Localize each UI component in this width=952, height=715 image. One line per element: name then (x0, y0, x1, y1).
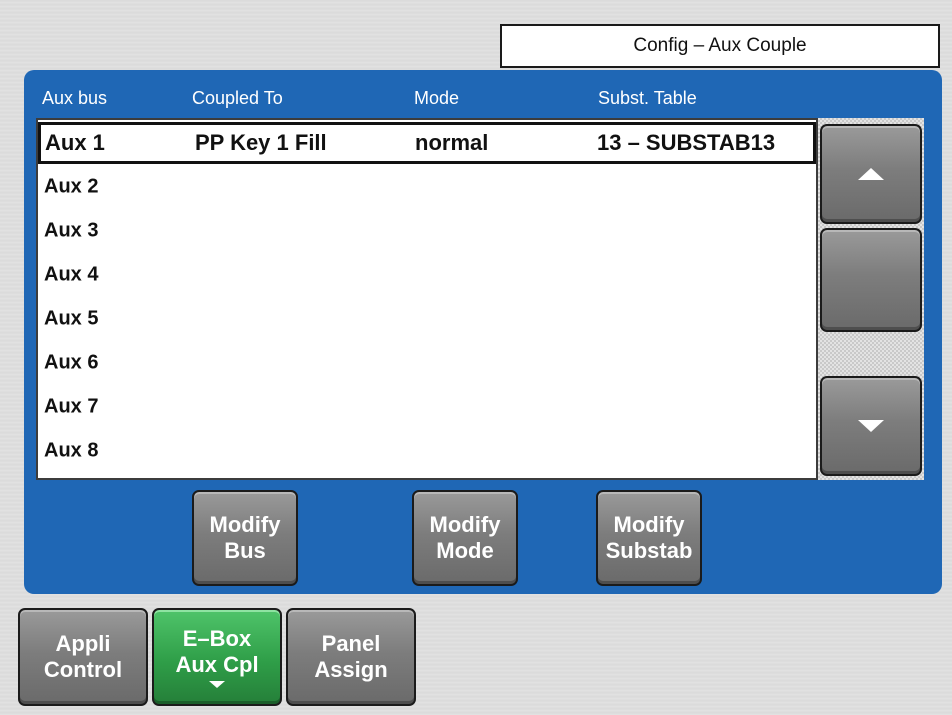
header-coupled-to: Coupled To (192, 88, 283, 108)
button-label-line1: Appli (55, 631, 111, 657)
scrollbar-thumb[interactable] (820, 228, 922, 332)
cell-aux-bus: Aux 8 (44, 439, 99, 462)
cell-aux-bus: Aux 7 (44, 395, 99, 418)
table-row[interactable]: Aux 8 (38, 430, 816, 472)
cell-aux-bus: Aux 4 (44, 263, 99, 286)
modify-bus-button[interactable]: Modify Bus (192, 490, 298, 586)
cell-aux-bus: Aux 2 (44, 175, 99, 198)
button-label-line2: Bus (224, 538, 266, 563)
cell-aux-bus: Aux 1 (45, 130, 105, 155)
table-row-selected[interactable]: Aux 1 PP Key 1 Fill normal 13 – SUBSTAB1… (38, 122, 816, 164)
scroll-down-button[interactable] (820, 376, 922, 476)
nav-appli-control-button[interactable]: Appli Control (18, 608, 148, 706)
scroll-up-button[interactable] (820, 124, 922, 224)
modify-mode-button[interactable]: Modify Mode (412, 490, 518, 586)
table-row[interactable]: Aux 4 (38, 254, 816, 296)
table-row[interactable]: Aux 7 (38, 386, 816, 428)
cell-aux-bus: Aux 5 (44, 307, 99, 330)
cell-subst-table: 13 – SUBSTAB13 (597, 130, 776, 155)
button-label-line1: Modify (613, 512, 685, 538)
cell-aux-bus: Aux 6 (44, 351, 99, 374)
button-label-line2: Mode (436, 538, 494, 563)
nav-panel-assign-button[interactable]: Panel Assign (286, 608, 416, 706)
nav-ebox-aux-cpl-button[interactable]: E–Box Aux Cpl (152, 608, 282, 706)
button-label-line2: Aux Cpl (175, 651, 259, 677)
triangle-up-icon (858, 168, 884, 180)
table-row[interactable]: Aux 2 (38, 166, 816, 208)
modify-substab-button[interactable]: Modify Substab (596, 490, 702, 586)
button-label-line2: Assign (314, 657, 388, 682)
button-label-line1: Modify (429, 512, 501, 538)
button-label-line1: Panel (321, 631, 381, 657)
button-label-line2: Control (43, 657, 123, 682)
cell-coupled-to: PP Key 1 Fill (195, 130, 327, 155)
table-row[interactable]: Aux 3 (38, 210, 816, 252)
triangle-down-icon (858, 420, 884, 432)
header-mode: Mode (414, 88, 460, 108)
header-aux-bus: Aux bus (42, 88, 108, 108)
aux-bus-list[interactable]: Aux 1 PP Key 1 Fill normal 13 – SUBSTAB1… (36, 118, 818, 480)
button-label-line1: Modify (209, 512, 281, 538)
header-subst-table: Subst. Table (598, 88, 697, 108)
cell-aux-bus: Aux 3 (44, 219, 99, 242)
table-row[interactable]: Aux 6 (38, 342, 816, 384)
window-title: Config – Aux Couple (500, 24, 940, 68)
dropdown-arrow-icon (209, 681, 225, 689)
button-label-line1: E–Box (182, 625, 252, 651)
cell-mode: normal (415, 130, 489, 155)
button-label-line2: Substab (605, 538, 693, 563)
table-row[interactable]: Aux 5 (38, 298, 816, 340)
